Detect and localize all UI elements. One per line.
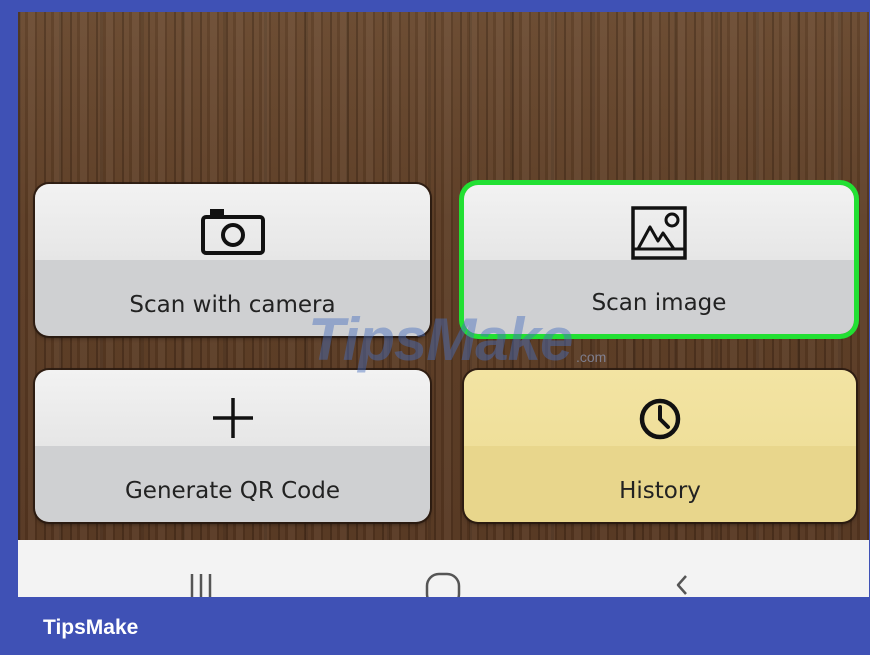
home-icon[interactable] bbox=[423, 570, 463, 597]
generate-qr-code-button[interactable]: Generate QR Code bbox=[35, 370, 430, 522]
clock-icon bbox=[639, 398, 681, 440]
generate-qr-code-label: Generate QR Code bbox=[124, 478, 340, 504]
history-button[interactable]: History bbox=[464, 370, 856, 522]
brand-label: TipsMake bbox=[43, 616, 139, 639]
camera-icon bbox=[200, 209, 265, 255]
recents-icon[interactable] bbox=[186, 570, 216, 597]
scan-with-camera-button[interactable]: Scan with camera bbox=[35, 184, 430, 336]
back-icon[interactable] bbox=[670, 570, 694, 597]
scan-image-button[interactable]: Scan image bbox=[464, 185, 854, 334]
plus-icon bbox=[212, 398, 253, 438]
history-label: History bbox=[619, 478, 701, 504]
scan-image-label: Scan image bbox=[591, 290, 727, 316]
scan-with-camera-label: Scan with camera bbox=[129, 292, 336, 318]
app-screen: Scan with camera Scan image Generate QR … bbox=[18, 12, 869, 597]
image-icon bbox=[631, 206, 687, 260]
navigation-bar bbox=[18, 540, 869, 597]
